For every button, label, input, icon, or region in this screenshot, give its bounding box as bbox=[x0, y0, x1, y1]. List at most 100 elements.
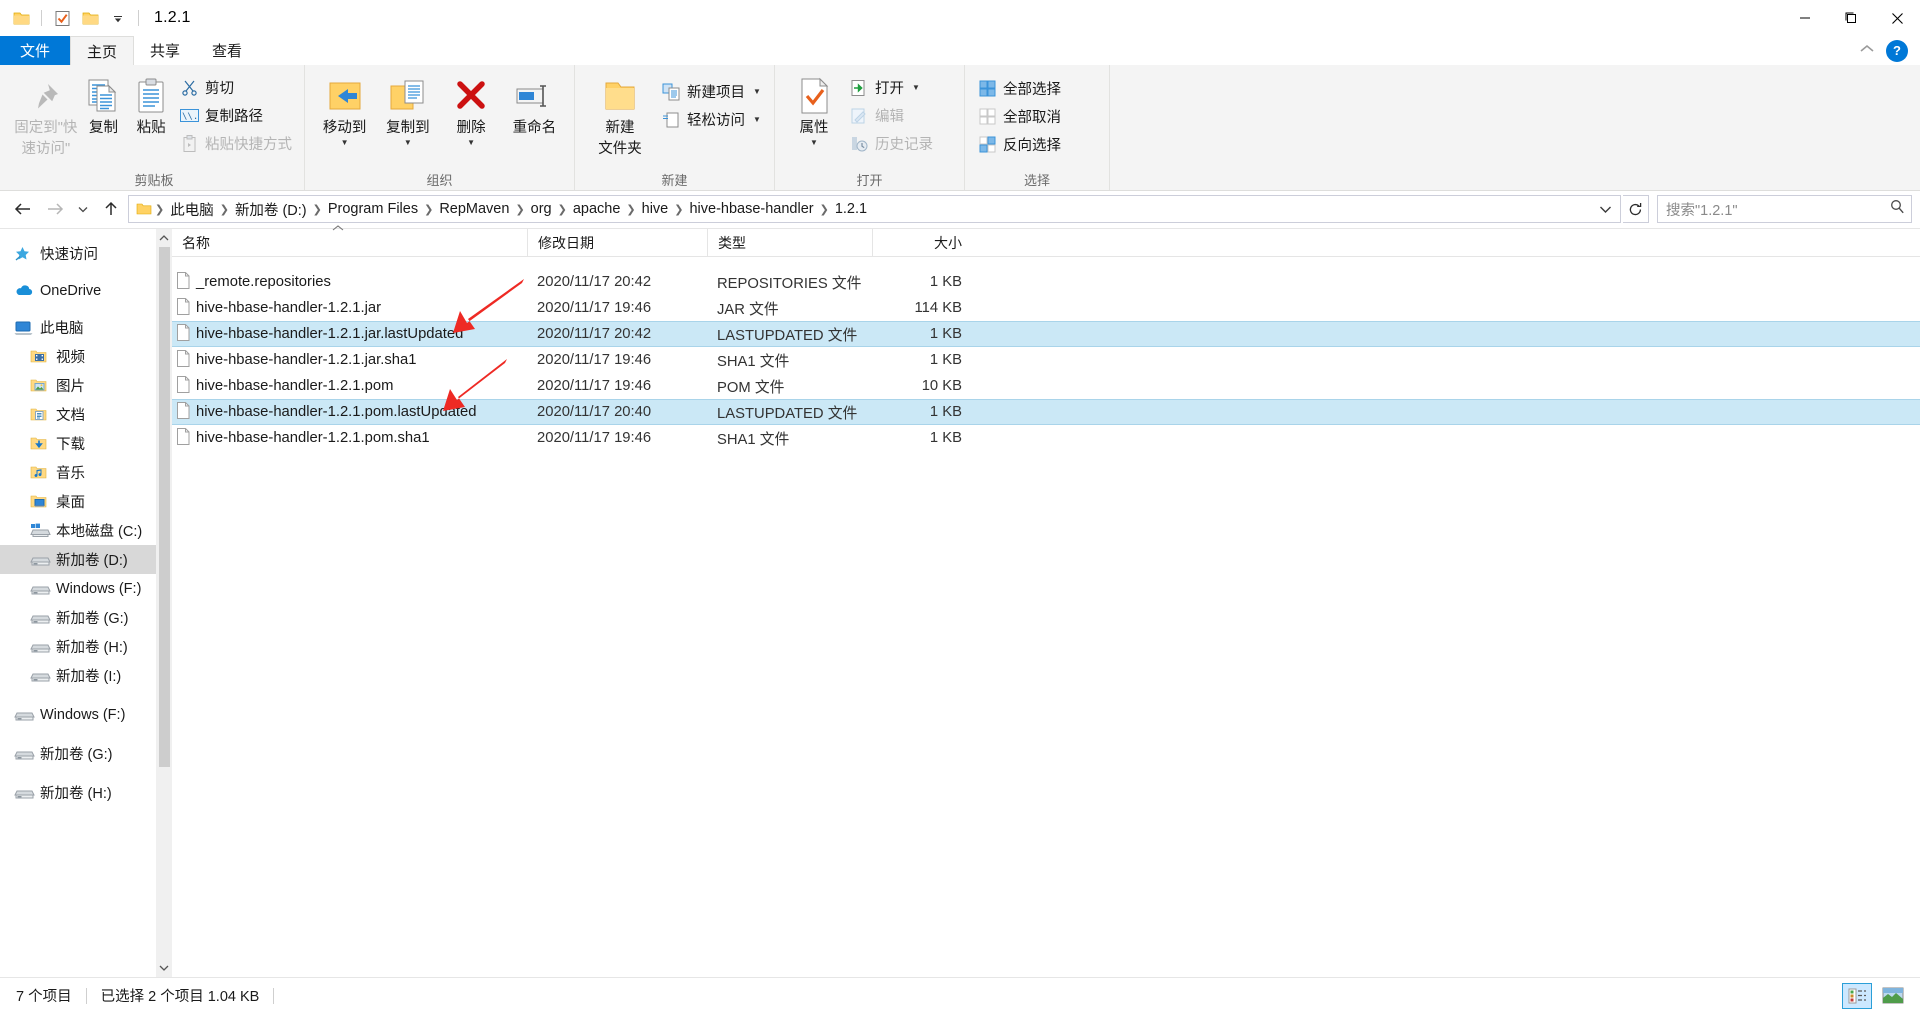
breadcrumb-item-5[interactable]: apache bbox=[568, 201, 626, 217]
address-input[interactable]: ❯ 此电脑 ❯ 新加卷 (D:) ❯ Program Files ❯ RepMa… bbox=[128, 195, 1621, 223]
easy-access-caret-icon[interactable]: ▼ bbox=[753, 115, 761, 124]
sidebar-item-new-volume-h[interactable]: 新加卷 (H:) bbox=[0, 632, 172, 661]
paste-shortcut-button[interactable]: 粘贴快捷方式 bbox=[175, 131, 296, 156]
new-folder-button[interactable]: 新建 文件夹 bbox=[583, 71, 657, 159]
sidebar-item-videos[interactable]: 视频 bbox=[0, 342, 172, 371]
address-dropdown-icon[interactable] bbox=[1594, 196, 1616, 222]
breadcrumb-sep-7[interactable]: ❯ bbox=[673, 203, 684, 216]
maximize-button[interactable] bbox=[1828, 0, 1874, 36]
file-name-cell[interactable]: hive-hbase-handler-1.2.1.jar.lastUpdated bbox=[172, 322, 527, 346]
sidebar-item-onedrive[interactable]: OneDrive bbox=[0, 276, 172, 305]
sidebar-item-local-disk-c[interactable]: 本地磁盘 (C:) bbox=[0, 516, 172, 545]
sidebar-item-pictures[interactable]: 图片 bbox=[0, 371, 172, 400]
details-view-button[interactable] bbox=[1842, 982, 1872, 1009]
table-row[interactable]: hive-hbase-handler-1.2.1.jar 2020/11/17 … bbox=[172, 295, 1920, 321]
cut-button[interactable]: 剪切 bbox=[175, 75, 296, 100]
folder-icon[interactable] bbox=[8, 5, 34, 31]
table-row[interactable]: hive-hbase-handler-1.2.1.pom.sha1 2020/1… bbox=[172, 425, 1920, 451]
search-input[interactable]: 搜索"1.2.1" bbox=[1666, 199, 1890, 220]
sidebar-item-new-volume-d[interactable]: 新加卷 (D:) bbox=[0, 545, 172, 574]
open-button[interactable]: 打开 ▼ bbox=[845, 75, 937, 100]
search-icon[interactable] bbox=[1890, 199, 1905, 219]
select-none-button[interactable]: 全部取消 bbox=[973, 104, 1065, 129]
file-name-cell[interactable]: hive-hbase-handler-1.2.1.pom.lastUpdated bbox=[172, 400, 527, 424]
file-name-cell[interactable]: hive-hbase-handler-1.2.1.jar bbox=[172, 295, 527, 321]
help-icon[interactable]: ? bbox=[1886, 39, 1908, 62]
file-name-cell[interactable]: _remote.repositories bbox=[172, 269, 527, 295]
sidebar-item-new-volume-h-root[interactable]: 新加卷 (H:) bbox=[0, 778, 172, 807]
breadcrumb-sep-3[interactable]: ❯ bbox=[423, 203, 434, 216]
sidebar-item-new-volume-g-root[interactable]: 新加卷 (G:) bbox=[0, 739, 172, 768]
file-name-cell[interactable]: hive-hbase-handler-1.2.1.jar.sha1 bbox=[172, 347, 527, 373]
pin-to-quick-access-button[interactable]: 固定到"快 速访问" bbox=[12, 71, 80, 159]
column-header-name[interactable]: 名称 bbox=[172, 224, 527, 257]
breadcrumb-sep-2[interactable]: ❯ bbox=[312, 203, 323, 216]
scroll-down-icon[interactable] bbox=[159, 959, 169, 977]
easy-access-button[interactable]: 轻松访问 ▼ bbox=[657, 107, 765, 132]
back-button[interactable] bbox=[8, 194, 38, 224]
table-row[interactable]: hive-hbase-handler-1.2.1.jar.sha1 2020/1… bbox=[172, 347, 1920, 373]
search-box[interactable]: 搜索"1.2.1" bbox=[1657, 195, 1912, 223]
new-item-caret-icon[interactable]: ▼ bbox=[753, 87, 761, 96]
large-icons-view-button[interactable] bbox=[1878, 983, 1908, 1009]
breadcrumb-item-2[interactable]: Program Files bbox=[323, 201, 423, 217]
sidebar-item-documents[interactable]: 文档 bbox=[0, 400, 172, 429]
column-header-type[interactable]: 类型 bbox=[707, 228, 872, 257]
table-row[interactable]: hive-hbase-handler-1.2.1.pom 2020/11/17 … bbox=[172, 373, 1920, 399]
breadcrumb-item-8[interactable]: 1.2.1 bbox=[830, 201, 872, 217]
copy-path-button[interactable]: \\... 复制路径 bbox=[175, 103, 296, 128]
tab-view[interactable]: 查看 bbox=[196, 36, 258, 65]
column-header-size[interactable]: 大小 bbox=[872, 228, 972, 257]
breadcrumb-sep-4[interactable]: ❯ bbox=[514, 203, 525, 216]
tab-share[interactable]: 共享 bbox=[134, 36, 196, 65]
rename-button[interactable]: 重命名 bbox=[503, 71, 566, 138]
tab-file[interactable]: 文件 bbox=[0, 36, 70, 65]
table-row[interactable]: hive-hbase-handler-1.2.1.pom.lastUpdated… bbox=[172, 399, 1920, 425]
paste-button[interactable]: 粘贴 bbox=[127, 71, 175, 138]
move-to-button[interactable]: 移动到 ▼ bbox=[313, 71, 376, 147]
table-row[interactable]: _remote.repositories 2020/11/17 20:42 RE… bbox=[172, 269, 1920, 295]
invert-selection-button[interactable]: 反向选择 bbox=[973, 132, 1065, 157]
copy-button[interactable]: 复制 bbox=[80, 71, 128, 138]
file-name-cell[interactable]: hive-hbase-handler-1.2.1.pom.sha1 bbox=[172, 425, 527, 451]
breadcrumb-item-0[interactable]: 此电脑 bbox=[165, 199, 219, 220]
sidebar-item-downloads[interactable]: 下载 bbox=[0, 429, 172, 458]
breadcrumb-item-4[interactable]: org bbox=[526, 201, 557, 217]
sidebar-item-desktop[interactable]: 桌面 bbox=[0, 487, 172, 516]
copy-to-button[interactable]: 复制到 ▼ bbox=[376, 71, 439, 147]
sidebar-item-this-pc[interactable]: 此电脑 bbox=[0, 313, 172, 342]
properties-caret-icon[interactable]: ▼ bbox=[810, 139, 818, 147]
scroll-up-icon[interactable] bbox=[159, 229, 169, 247]
breadcrumb-sep-6[interactable]: ❯ bbox=[625, 203, 636, 216]
properties-button[interactable]: 属性 ▼ bbox=[783, 71, 845, 147]
sidebar-item-new-volume-i[interactable]: 新加卷 (I:) bbox=[0, 661, 172, 690]
navigation-scrollbar[interactable] bbox=[156, 229, 172, 977]
checkbox-properties-icon[interactable] bbox=[49, 5, 75, 31]
new-folder-icon[interactable] bbox=[77, 5, 103, 31]
delete-button[interactable]: 删除 ▼ bbox=[440, 71, 503, 147]
file-name-cell[interactable]: hive-hbase-handler-1.2.1.pom bbox=[172, 373, 527, 399]
breadcrumb-item-3[interactable]: RepMaven bbox=[434, 201, 514, 217]
breadcrumb-item-6[interactable]: hive bbox=[637, 201, 674, 217]
collapse-ribbon-icon[interactable] bbox=[1858, 42, 1876, 60]
sidebar-item-music[interactable]: 音乐 bbox=[0, 458, 172, 487]
history-button[interactable]: 历史记录 bbox=[845, 131, 937, 156]
breadcrumb-sep-1[interactable]: ❯ bbox=[219, 203, 230, 216]
scrollbar-thumb[interactable] bbox=[158, 247, 170, 767]
forward-button[interactable] bbox=[40, 194, 70, 224]
breadcrumb-item-1[interactable]: 新加卷 (D:) bbox=[230, 199, 312, 220]
breadcrumb-sep-8[interactable]: ❯ bbox=[819, 203, 830, 216]
sidebar-item-windows-f-root[interactable]: Windows (F:) bbox=[0, 700, 172, 729]
sidebar-item-quick-access[interactable]: 快速访问 bbox=[0, 239, 172, 268]
close-button[interactable] bbox=[1874, 0, 1920, 36]
new-item-button[interactable]: 新建项目 ▼ bbox=[657, 79, 765, 104]
column-header-date[interactable]: 修改日期 bbox=[527, 228, 707, 257]
open-caret-icon[interactable]: ▼ bbox=[912, 83, 920, 92]
up-button[interactable] bbox=[96, 194, 126, 224]
sidebar-item-windows-f[interactable]: Windows (F:) bbox=[0, 574, 172, 603]
table-row[interactable]: hive-hbase-handler-1.2.1.jar.lastUpdated… bbox=[172, 321, 1920, 347]
recent-locations-button[interactable] bbox=[72, 194, 94, 224]
sidebar-item-new-volume-g[interactable]: 新加卷 (G:) bbox=[0, 603, 172, 632]
copy-to-caret-icon[interactable]: ▼ bbox=[404, 139, 412, 147]
chevron-down-icon[interactable] bbox=[105, 5, 131, 31]
